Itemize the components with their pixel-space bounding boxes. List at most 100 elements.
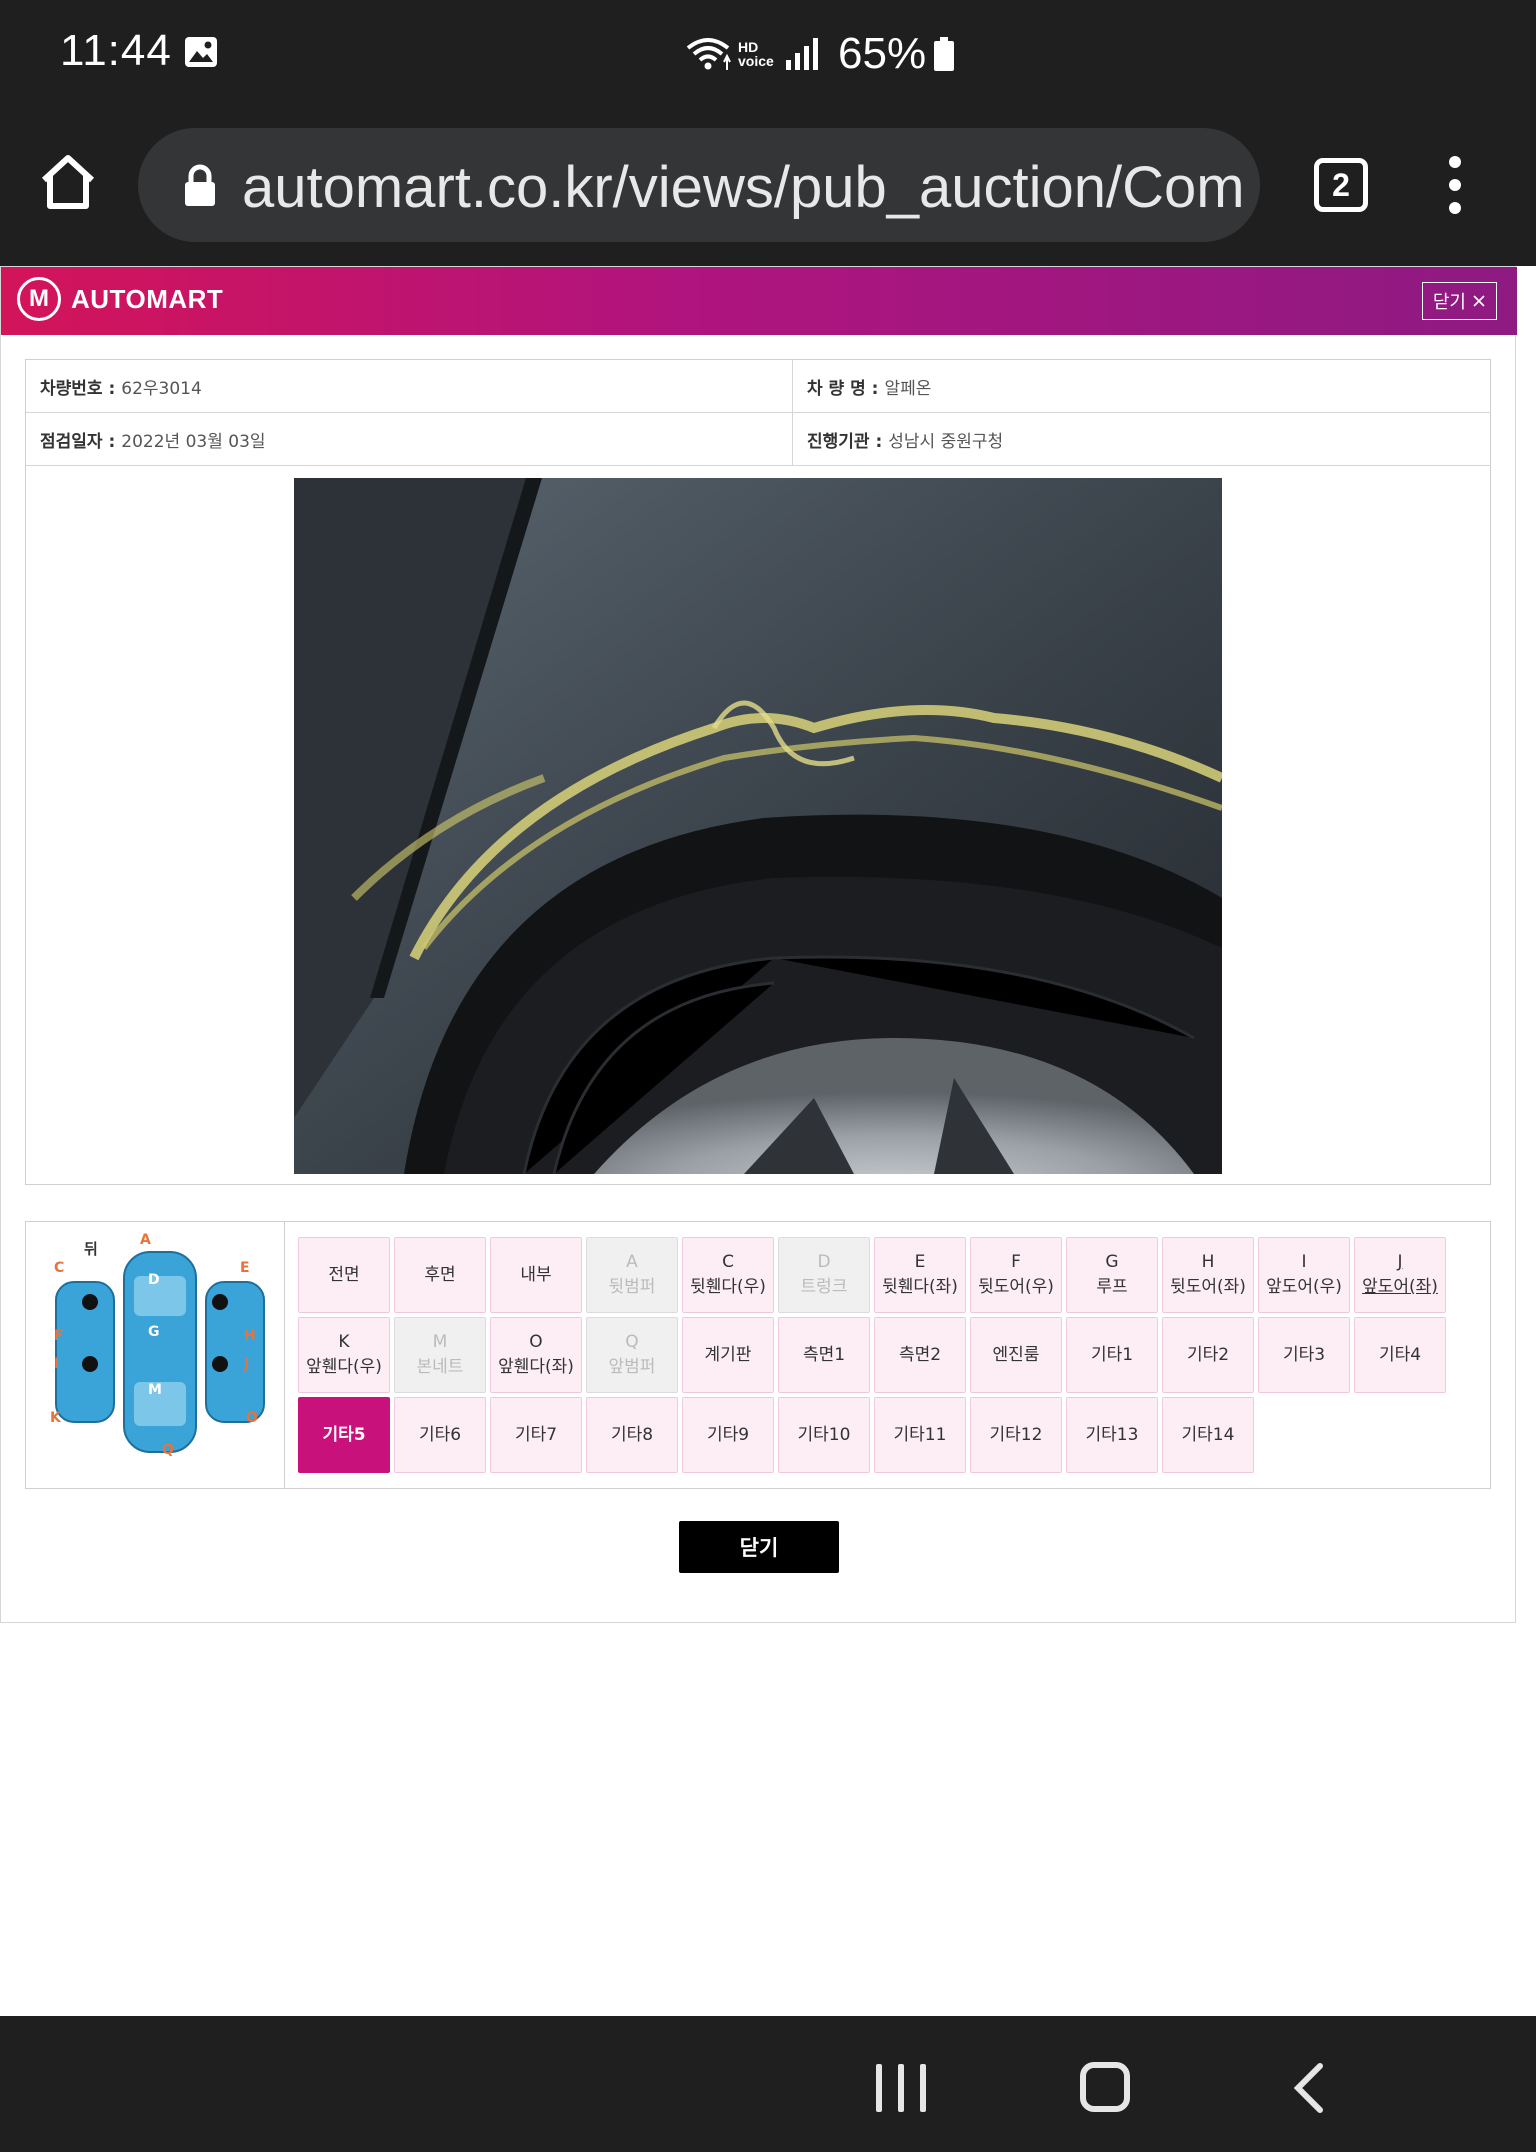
car-number-cell: 차량번호 : 62우3014 xyxy=(26,360,793,412)
part-button[interactable]: 기타14 xyxy=(1162,1397,1254,1473)
part-button-sublabel: 본네트 xyxy=(416,1357,464,1377)
part-button-label: A xyxy=(626,1252,638,1273)
part-button[interactable]: 기타12 xyxy=(970,1397,1062,1473)
status-time: 11:44 xyxy=(60,26,172,75)
part-button-sublabel: 뒷범퍼 xyxy=(608,1277,656,1297)
part-button[interactable]: 기타9 xyxy=(682,1397,774,1473)
part-button[interactable]: 기타3 xyxy=(1258,1317,1350,1393)
part-button-label: G xyxy=(1105,1252,1119,1273)
part-button[interactable]: J 앞도어(좌) xyxy=(1354,1237,1446,1313)
part-button[interactable]: 기타5 xyxy=(298,1397,390,1473)
diagram-label-g: G xyxy=(148,1324,160,1340)
part-button-label: J xyxy=(1397,1252,1403,1273)
status-bar: 11:44 HD voice 65% xyxy=(0,0,1536,106)
part-button[interactable]: E 뒷휀다(좌) xyxy=(874,1237,966,1313)
inspect-date-cell: 점검일자 : 2022년 03월 03일 xyxy=(26,413,793,465)
part-button-label: 기타7 xyxy=(514,1424,558,1445)
part-button[interactable]: 기타1 xyxy=(1066,1317,1158,1393)
part-button-label: 기타2 xyxy=(1186,1344,1230,1365)
more-menu-icon[interactable] xyxy=(1440,156,1470,216)
car-name-value: 알페온 xyxy=(884,378,932,399)
part-button-label: O xyxy=(529,1332,543,1353)
part-button[interactable]: 기타13 xyxy=(1066,1397,1158,1473)
part-button-label: 기타12 xyxy=(989,1424,1043,1445)
part-button-label: 기타13 xyxy=(1085,1424,1139,1445)
part-button-label: I xyxy=(1301,1252,1307,1273)
recents-icon[interactable] xyxy=(876,2064,926,2112)
header-close-button[interactable]: 닫기 xyxy=(1421,282,1497,320)
part-button-sublabel: 뒷휀다(우) xyxy=(690,1277,766,1297)
part-button-sublabel: 뒷도어(우) xyxy=(978,1277,1054,1297)
part-button-label: D xyxy=(817,1252,831,1273)
info-row: 점검일자 : 2022년 03월 03일 진행기관 : 성남시 중원구청 xyxy=(26,413,1490,466)
part-button-label: E xyxy=(914,1252,926,1273)
address-bar[interactable]: automart.co.kr/views/pub_auction/Common xyxy=(138,128,1260,242)
part-button[interactable]: K 앞휀다(우) xyxy=(298,1317,390,1393)
part-button-label: 후면 xyxy=(424,1264,456,1285)
image-notification-icon xyxy=(185,37,217,67)
close-icon xyxy=(1473,295,1485,307)
part-button[interactable]: Q 앞범퍼 xyxy=(586,1317,678,1393)
part-button[interactable]: 전면 xyxy=(298,1237,390,1313)
vehicle-info-table: 차량번호 : 62우3014 차 량 명 : 알페온 점검일자 : 2022년 … xyxy=(25,359,1491,1185)
car-name-cell: 차 량 명 : 알페온 xyxy=(793,360,1490,412)
part-button-label: K xyxy=(338,1332,350,1353)
part-button[interactable]: 후면 xyxy=(394,1237,486,1313)
tab-switcher-button[interactable]: 2 xyxy=(1314,158,1368,212)
agency-label: 진행기관 : xyxy=(807,431,883,452)
part-button-label: H xyxy=(1201,1252,1215,1273)
system-nav-bar xyxy=(0,2016,1536,2152)
agency-cell: 진행기관 : 성남시 중원구청 xyxy=(793,413,1490,465)
part-button-sublabel: 뒷휀다(좌) xyxy=(882,1277,958,1297)
damage-photo[interactable] xyxy=(294,478,1222,1174)
part-button[interactable]: 계기판 xyxy=(682,1317,774,1393)
part-button[interactable]: G 루프 xyxy=(1066,1237,1158,1313)
nav-home-icon[interactable] xyxy=(1080,2062,1130,2112)
part-button[interactable]: 기타7 xyxy=(490,1397,582,1473)
part-button-label: 기타4 xyxy=(1378,1344,1422,1365)
part-button[interactable]: C 뒷휀다(우) xyxy=(682,1237,774,1313)
car-number-value: 62우3014 xyxy=(121,378,202,399)
part-button[interactable]: 기타4 xyxy=(1354,1317,1446,1393)
url-text[interactable]: automart.co.kr/views/pub_auction/Common xyxy=(242,154,1242,221)
part-button[interactable]: 내부 xyxy=(490,1237,582,1313)
diagram-label-a: A xyxy=(140,1232,151,1248)
close-button[interactable]: 닫기 xyxy=(679,1521,839,1573)
part-button[interactable]: M 본네트 xyxy=(394,1317,486,1393)
part-button-label: 기타8 xyxy=(610,1424,654,1445)
part-button[interactable]: I 앞도어(우) xyxy=(1258,1237,1350,1313)
part-button[interactable]: H 뒷도어(좌) xyxy=(1162,1237,1254,1313)
diagram-label-j: J xyxy=(243,1356,249,1372)
part-button-label: 계기판 xyxy=(704,1344,752,1365)
battery-icon xyxy=(934,37,955,71)
part-button[interactable]: 엔진룸 xyxy=(970,1317,1062,1393)
part-button[interactable]: 측면1 xyxy=(778,1317,870,1393)
part-button[interactable]: 기타10 xyxy=(778,1397,870,1473)
back-icon[interactable] xyxy=(1288,2062,1328,2114)
photo-area xyxy=(26,466,1490,1184)
part-button[interactable]: O 앞휀다(좌) xyxy=(490,1317,582,1393)
home-icon[interactable] xyxy=(36,150,100,214)
diagram-label-q: Q xyxy=(162,1442,174,1458)
battery-percent: 65% xyxy=(838,29,927,78)
logo-mark: M xyxy=(17,277,61,321)
part-button[interactable]: A 뒷범퍼 xyxy=(586,1237,678,1313)
part-button[interactable]: 기타11 xyxy=(874,1397,966,1473)
part-button-label: 기타3 xyxy=(1282,1344,1326,1365)
part-button[interactable]: F 뒷도어(우) xyxy=(970,1237,1062,1313)
part-button-label: M xyxy=(432,1332,448,1353)
part-button[interactable]: 측면2 xyxy=(874,1317,966,1393)
part-button-sublabel: 앞도어(우) xyxy=(1266,1277,1342,1297)
part-button-sublabel: 앞휀다(좌) xyxy=(498,1357,574,1377)
part-button-sublabel: 루프 xyxy=(1096,1277,1128,1297)
part-button[interactable]: D 트렁크 xyxy=(778,1237,870,1313)
part-button[interactable]: 기타8 xyxy=(586,1397,678,1473)
part-button-label: 내부 xyxy=(520,1264,552,1285)
part-button-sublabel: 뒷도어(좌) xyxy=(1170,1277,1246,1297)
part-button[interactable]: 기타2 xyxy=(1162,1317,1254,1393)
part-button-label: 기타6 xyxy=(418,1424,462,1445)
part-button[interactable]: 기타6 xyxy=(394,1397,486,1473)
popup-page: M AUTOMART 닫기 차량번호 : 62우3014 차 량 명 : 알페온… xyxy=(0,266,1517,1623)
part-button-sublabel: 앞휀다(우) xyxy=(306,1357,382,1377)
part-button-label: 측면2 xyxy=(898,1344,942,1365)
